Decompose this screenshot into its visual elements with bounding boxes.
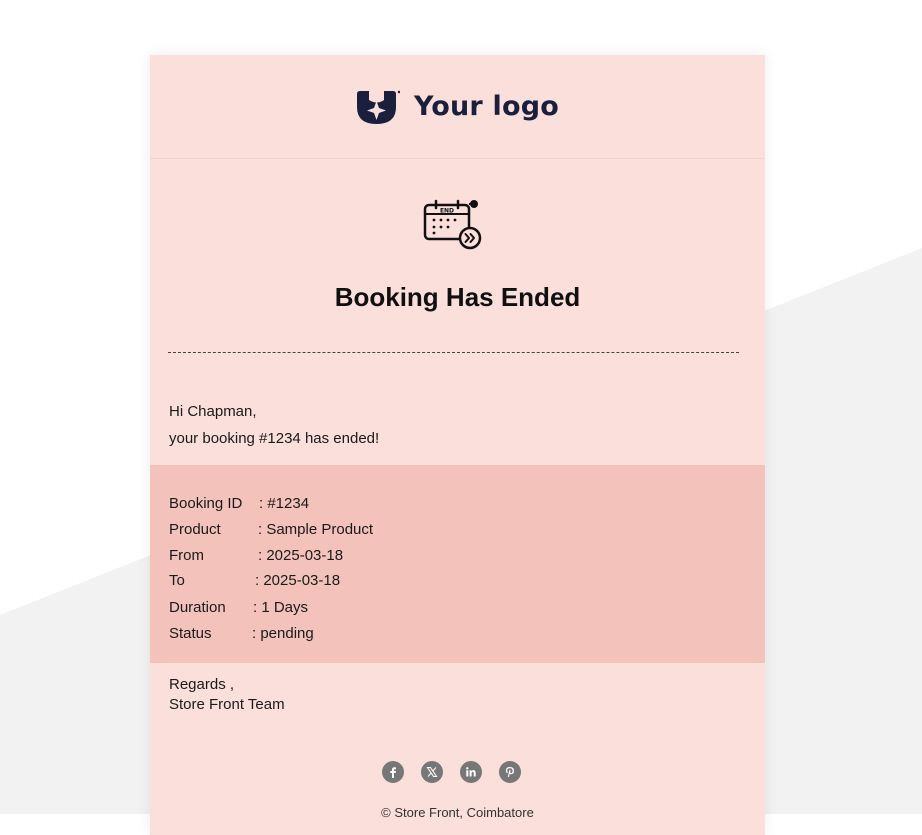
- calendar-end-icon: END: [423, 199, 482, 250]
- email-card: Your logo END Booking Has Ended Hi Chapm…: [150, 55, 765, 835]
- facebook-icon[interactable]: [382, 761, 404, 783]
- detail-label: From: [169, 547, 204, 564]
- signature-text: Store Front Team: [169, 696, 285, 713]
- greeting-block: Hi Chapman, your booking #1234 has ended…: [169, 398, 379, 452]
- pinterest-icon[interactable]: [499, 761, 521, 783]
- detail-row-from: From : 2025-03-18: [169, 547, 343, 564]
- svg-text:END: END: [440, 208, 454, 215]
- detail-value: : 2025-03-18: [258, 547, 344, 564]
- greeting-message: your booking #1234 has ended!: [169, 430, 380, 447]
- detail-row-status: Status : pending: [169, 625, 314, 642]
- detail-label: Status: [169, 625, 212, 642]
- logo-header: Your logo: [150, 55, 765, 159]
- detail-row-product: Product : Sample Product: [169, 521, 373, 538]
- booking-details: Booking ID : #1234 Product : Sample Prod…: [150, 465, 765, 663]
- dashed-divider: [168, 352, 739, 353]
- linkedin-icon[interactable]: [460, 761, 482, 783]
- detail-row-duration: Duration : 1 Days: [169, 599, 308, 616]
- regards-text: Regards ,: [169, 676, 235, 693]
- detail-value: : pending: [252, 625, 314, 642]
- detail-value: : 1 Days: [253, 599, 309, 616]
- detail-value: : 2025-03-18: [255, 572, 341, 589]
- greeting-text: Hi Chapman,: [169, 403, 257, 420]
- detail-value: : Sample Product: [258, 521, 374, 538]
- detail-row-to: To : 2025-03-18: [169, 572, 340, 589]
- email-title: Booking Has Ended: [334, 282, 581, 312]
- detail-row-booking-id: Booking ID : #1234: [169, 495, 309, 512]
- detail-label: To: [169, 572, 185, 589]
- footer-text: © Store Front, Coimbatore: [381, 805, 534, 820]
- detail-label: Duration: [169, 599, 226, 616]
- x-icon[interactable]: [421, 761, 443, 783]
- logo-mark-icon: [356, 90, 400, 124]
- detail-label: Booking ID: [169, 495, 243, 512]
- regards-block: Regards , Store Front Team: [169, 675, 285, 715]
- detail-label: Product: [169, 521, 221, 538]
- detail-value: : #1234: [259, 495, 310, 512]
- logo-text: Your logo: [413, 91, 560, 122]
- social-links: [382, 761, 521, 783]
